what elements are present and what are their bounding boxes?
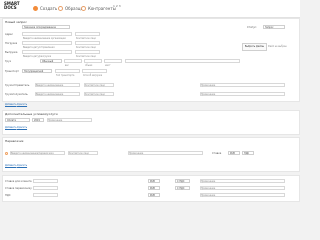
rates-vat-label: НДС xyxy=(5,194,11,197)
carrier-note-hint: Примечание xyxy=(129,152,144,155)
request-title: Новый запрос xyxy=(5,20,27,24)
nav-contractors-label: Контрагенты xyxy=(88,5,116,11)
unloading-hint: Введите дату/разгрузки xyxy=(23,55,52,58)
contractors-icon xyxy=(81,5,86,11)
loading-label: Погрузка xyxy=(5,42,18,45)
sender-note-hint: Примечание xyxy=(201,84,216,87)
loading-hint: Введите дату/отправления xyxy=(23,46,55,49)
rates-client-input[interactable] xyxy=(33,179,58,183)
extra-note-hint: Примечание xyxy=(48,119,63,122)
address-hint: Введите наименование организации xyxy=(23,37,66,40)
loading-input[interactable] xyxy=(22,41,72,45)
carrier-add-link[interactable]: Добавить xyxy=(5,164,17,167)
unloading-contact-hint: Контактное лицо xyxy=(76,55,96,58)
carrier-radio-icon[interactable] xyxy=(5,152,8,155)
sender-contact-hint: Контактное лицо xyxy=(85,84,105,87)
sender-label: Грузоотправитель xyxy=(5,84,30,87)
receiver-hint: Введите наименование xyxy=(36,93,64,96)
delete-link[interactable]: Удалить xyxy=(17,103,27,106)
loading-contact-hint: Контактное лицо xyxy=(76,46,96,49)
rates-carrier-input[interactable] xyxy=(33,186,58,190)
extra-title: Дополнительные условия/услуги xyxy=(5,112,58,116)
rates-client-currency[interactable]: RUB xyxy=(148,179,160,183)
request-type-select[interactable]: Заказное опосредованное xyxy=(22,25,70,29)
status-select[interactable]: Запрос xyxy=(263,25,285,29)
sender-hint: Введите наименование xyxy=(36,84,64,87)
carrier-delete-link[interactable]: Удалить xyxy=(17,164,27,167)
nav-contractors[interactable]: Контрагенты xyxy=(81,3,116,13)
cargo-label: Груз xyxy=(5,60,11,63)
extra-delete-link[interactable]: Удалить xyxy=(17,126,27,129)
loading-contact-input[interactable] xyxy=(75,41,100,45)
status-label: Статус: xyxy=(247,26,257,29)
cargo-extra-input[interactable] xyxy=(125,59,240,63)
cargo-places-input[interactable] xyxy=(104,59,122,63)
carrier-currency-select[interactable]: RUB xyxy=(228,151,240,155)
carrier-title: Перевозчик xyxy=(5,139,24,143)
carrier-vat-select[interactable]: НДС xyxy=(242,151,254,155)
cargo-places-hint: мест xyxy=(105,64,111,67)
extra-add-link[interactable]: Добавить xyxy=(5,126,17,129)
logo-line-2: DOCS xyxy=(4,5,17,10)
nav-templates[interactable]: Образцы xyxy=(58,3,84,13)
rates-client-label: Ставка для клиента xyxy=(5,180,32,183)
receiver-contact-hint: Контактное лицо xyxy=(85,93,105,96)
app-logo[interactable]: SMART DOCS xyxy=(4,2,20,14)
no-file-text: Файл не выбран xyxy=(268,45,287,48)
carrier-hint: Введите наименование/перевозчика xyxy=(11,152,54,155)
address-input[interactable] xyxy=(22,32,72,36)
receiver-label: Грузополучатель xyxy=(5,93,28,96)
rates-carrier-note-hint: Примечание xyxy=(201,187,216,190)
create-icon xyxy=(33,5,38,11)
extra-value-select[interactable]: 2019 xyxy=(32,118,44,122)
pick-file-button[interactable]: Выбрать файлы xyxy=(242,43,267,51)
transport-loading-hint: Способ загрузки xyxy=(83,74,103,77)
cargo-volume-hint: объем xyxy=(85,64,93,67)
page-numbers[interactable]: 1 2 3 xyxy=(113,4,121,8)
rates-vat-input[interactable] xyxy=(33,193,58,197)
unloading-label: Выгрузка xyxy=(5,51,18,54)
rates-client-note-hint: Примечание xyxy=(201,180,216,183)
nav-create[interactable]: Создать xyxy=(33,3,57,13)
templates-icon xyxy=(58,5,63,11)
rates-carrier-vat[interactable]: С НДС xyxy=(175,186,190,190)
extra-select[interactable]: Оплата xyxy=(5,118,30,122)
receiver-note-hint: Примечание xyxy=(201,93,216,96)
cargo-weight-input[interactable] xyxy=(64,59,82,63)
address-contact-input[interactable] xyxy=(75,32,100,36)
rates-carrier-label: Ставка перевозчику xyxy=(5,187,32,190)
rates-vat-currency[interactable]: RUB xyxy=(148,193,160,197)
address-contact-hint: Контактное лицо xyxy=(76,37,96,40)
rates-carrier-currency[interactable]: RUB xyxy=(148,186,160,190)
cargo-volume-input[interactable] xyxy=(84,59,102,63)
cargo-weight-hint: вес xyxy=(65,64,69,67)
transport-type-input[interactable] xyxy=(55,69,80,73)
nav-create-label: Создать xyxy=(40,5,58,11)
unloading-contact-input[interactable] xyxy=(75,50,100,54)
carrier-rate-label: Ставка xyxy=(212,152,222,155)
cargo-type-select[interactable]: Обычный xyxy=(40,59,62,63)
transport-label: Транспорт xyxy=(5,70,19,73)
add-link[interactable]: Добавить xyxy=(5,103,17,106)
rates-vat-note-hint: Примечание xyxy=(201,194,216,197)
address-label: Адрес xyxy=(5,33,13,36)
transport-select[interactable]: Полуприцепной xyxy=(22,69,52,73)
carrier-contact-hint: Контактное лицо xyxy=(69,152,89,155)
transport-loading-input[interactable] xyxy=(82,69,107,73)
rates-client-vat[interactable]: С НДС xyxy=(175,179,190,183)
transport-type-hint: Тип транспорта xyxy=(56,74,75,77)
unloading-input[interactable] xyxy=(22,50,72,54)
